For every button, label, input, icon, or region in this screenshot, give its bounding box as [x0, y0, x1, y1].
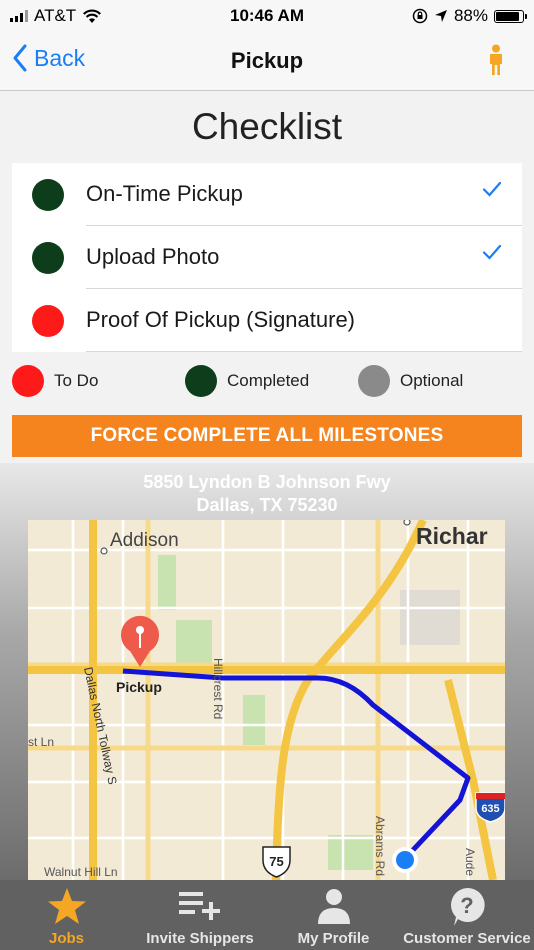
tab-label: Jobs: [48, 930, 84, 947]
tab-bar: Jobs Invite Shippers My Profile ? Custom…: [0, 880, 534, 950]
navigation-bar: Back Pickup: [0, 32, 534, 91]
park-area: [176, 620, 212, 665]
battery-icon: [494, 9, 527, 23]
map-label-abrams: Abrams Rd: [373, 816, 387, 876]
address-line-2: Dallas, TX 75230: [196, 495, 338, 515]
map-label-addison: Addison: [110, 530, 179, 551]
map-label-walnut-hill: Walnut Hill Ln: [44, 865, 118, 879]
address-line-1: 5850 Lyndon B Johnson Fwy: [143, 472, 391, 492]
person-icon: [490, 44, 502, 75]
map-label-st-ln: st Ln: [28, 735, 54, 749]
help-bubble-icon: ?: [451, 887, 485, 926]
checklist-item-label: On-Time Pickup: [86, 181, 243, 206]
tab-jobs[interactable]: Jobs: [0, 880, 133, 950]
map-label-pickup: Pickup: [116, 679, 162, 695]
status-dot: [32, 305, 64, 337]
status-legend: To Do Completed Optional: [0, 365, 534, 399]
legend-dot: [185, 365, 217, 397]
current-location-icon: [392, 847, 418, 873]
i-635-shield: 635: [475, 792, 505, 823]
status-right: 88%: [412, 6, 527, 26]
checklist: On-Time Pickup Upload Photo Proof Of Pic…: [12, 163, 522, 352]
checkmark-icon: [482, 244, 502, 260]
checkmark-icon: [482, 181, 502, 197]
status-dot: [32, 242, 64, 274]
park-area: [243, 695, 265, 745]
map-label-aude: Aude: [463, 848, 477, 876]
legend-dot: [12, 365, 44, 397]
map-section: 5850 Lyndon B Johnson Fwy Dallas, TX 752…: [0, 463, 534, 880]
checklist-row-proof-of-pickup[interactable]: Proof Of Pickup (Signature): [12, 289, 522, 352]
i-635-label: 635: [481, 803, 499, 815]
legend-label: Optional: [400, 371, 464, 390]
page-title: Pickup: [230, 48, 304, 73]
rotation-lock-icon: [412, 8, 428, 24]
legend-label: To Do: [54, 371, 99, 390]
us-75-shield: 75: [262, 846, 291, 878]
tab-customer-service[interactable]: ? Customer Service: [400, 880, 534, 950]
battery-percent: 88%: [453, 6, 488, 25]
location-arrow-icon: [434, 10, 447, 22]
pickup-pin-icon[interactable]: [121, 615, 159, 667]
checklist-item-label: Upload Photo: [86, 244, 220, 269]
checklist-heading: Checklist: [191, 106, 343, 147]
legend-item-optional: Optional: [358, 365, 463, 397]
map-label-hillcrest: Hillcrest Rd: [211, 658, 225, 719]
checklist-item-label: Proof Of Pickup (Signature): [86, 307, 356, 332]
us-75-label: 75: [269, 854, 283, 869]
user-icon: [317, 889, 350, 924]
tab-label: Customer Service: [403, 930, 531, 947]
place-marker: [403, 520, 411, 526]
tab-label: My Profile: [297, 930, 370, 947]
tab-invite-shippers[interactable]: Invite Shippers: [133, 880, 267, 950]
row-divider: [86, 351, 522, 352]
place-marker: [100, 547, 108, 555]
legend-label: Completed: [227, 371, 310, 390]
add-list-icon: [179, 892, 220, 920]
map-label-richardson: Richar: [416, 523, 488, 549]
park-area: [328, 835, 373, 870]
legend-item-completed: Completed: [185, 365, 309, 397]
checklist-row-on-time-pickup[interactable]: On-Time Pickup: [12, 163, 522, 226]
status-dot: [32, 179, 64, 211]
route-map[interactable]: Addison Richar Pickup Dallas North Tollw…: [28, 520, 505, 880]
driver-profile-button[interactable]: [488, 44, 504, 81]
map-canvas: Addison Richar Pickup Dallas North Tollw…: [28, 520, 505, 880]
svg-text:?: ?: [460, 893, 473, 918]
status-bar: AT&T 10:46 AM 88%: [0, 0, 534, 32]
legend-item-to-do: To Do: [12, 365, 98, 397]
pickup-address: 5850 Lyndon B Johnson Fwy Dallas, TX 752…: [0, 471, 534, 517]
checklist-row-upload-photo[interactable]: Upload Photo: [12, 226, 522, 289]
tab-label: Invite Shippers: [146, 930, 254, 947]
force-complete-button[interactable]: FORCE COMPLETE ALL MILESTONES: [12, 415, 522, 457]
star-icon: [47, 888, 86, 924]
legend-dot: [358, 365, 390, 397]
tab-my-profile[interactable]: My Profile: [267, 880, 400, 950]
park-area: [158, 555, 176, 610]
